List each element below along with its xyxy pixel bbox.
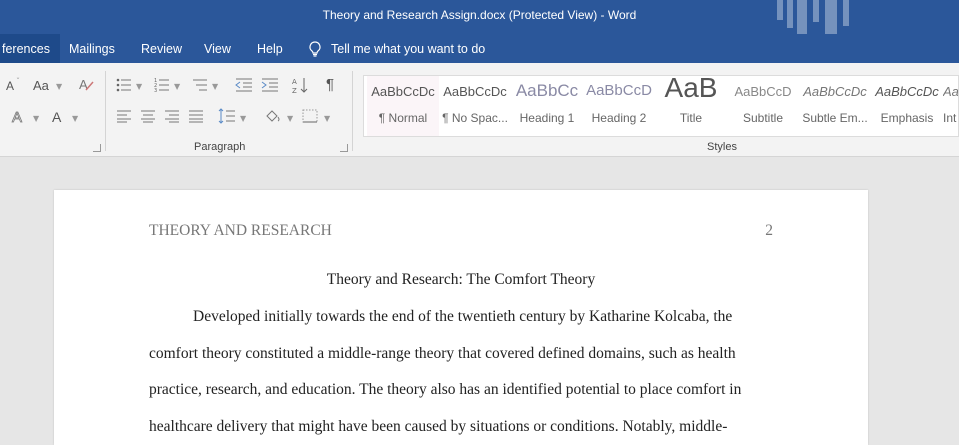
numbering-icon[interactable]: 1 2 3 xyxy=(154,77,170,93)
style-preview: AaB xyxy=(664,75,718,103)
document-page[interactable]: THEORY AND RESEARCH 2 Theory and Researc… xyxy=(54,190,868,445)
shading-icon[interactable] xyxy=(264,108,282,124)
ribbon-separator xyxy=(352,71,353,151)
style-subtitle[interactable]: AaBbCcD Subtitle xyxy=(727,76,799,136)
title-bar-decoration-icon xyxy=(777,0,849,34)
font-color-dropdown-icon: ▼ xyxy=(72,114,79,123)
paragraph-line: comfort theory constituted a middle-rang… xyxy=(149,345,736,362)
styles-gallery: AaBbCcDc ¶ Normal AaBbCcDc ¶ No Spac... … xyxy=(363,75,959,137)
style-name: Subtitle xyxy=(742,111,784,125)
text-effects-dropdown-icon: ▼ xyxy=(33,114,40,123)
style-subtle-emphasis[interactable]: AaBbCcDc Subtle Em... xyxy=(799,76,871,136)
style-name: ¶ Normal xyxy=(378,111,428,125)
style-heading-1[interactable]: AaBbCc Heading 1 xyxy=(511,76,583,136)
multilevel-list-icon[interactable] xyxy=(192,77,208,93)
svg-text:Z: Z xyxy=(292,87,297,94)
style-title[interactable]: AaB Title xyxy=(655,76,727,136)
numbering-dropdown-icon: ▼ xyxy=(174,82,181,91)
justify-icon[interactable] xyxy=(188,109,204,123)
style-preview: AaBbCcDc xyxy=(371,84,435,99)
running-header: THEORY AND RESEARCH xyxy=(149,222,332,239)
svg-text:3: 3 xyxy=(154,88,157,93)
bullets-dropdown-icon: ▼ xyxy=(136,82,143,91)
style-preview: AaBbCcD xyxy=(586,82,652,99)
align-center-icon[interactable] xyxy=(140,109,156,123)
style-preview: AaBbCcDc xyxy=(875,84,939,99)
style-name: Subtle Em... xyxy=(802,111,868,125)
decrease-indent-icon[interactable] xyxy=(235,77,253,93)
svg-text:A: A xyxy=(12,109,22,126)
paragraph-line: practice, research, and education. The t… xyxy=(149,381,742,398)
font-dialog-launcher-icon[interactable] xyxy=(93,144,101,152)
tab-references[interactable]: ferences xyxy=(0,34,60,63)
sort-icon[interactable]: A Z xyxy=(292,76,310,94)
styles-group-label: Styles xyxy=(707,141,737,153)
tab-mailings[interactable]: Mailings xyxy=(59,34,125,63)
borders-dropdown-icon: ▼ xyxy=(324,114,331,123)
style-normal[interactable]: AaBbCcDc ¶ Normal xyxy=(367,76,439,136)
document-title: Theory and Research: The Comfort Theory xyxy=(326,271,596,288)
style-intense-emphasis[interactable]: AaBbCcDc Int xyxy=(943,76,959,136)
increase-indent-icon[interactable] xyxy=(261,77,279,93)
style-preview: AaBbCcDc xyxy=(443,84,507,99)
tell-me-text: Tell me what you want to do xyxy=(331,41,486,56)
lightbulb-icon xyxy=(309,40,321,57)
text-effects-icon[interactable]: A xyxy=(10,108,30,126)
align-right-icon[interactable] xyxy=(164,109,180,123)
style-emphasis[interactable]: AaBbCcDc Emphasis xyxy=(871,76,943,136)
line-spacing-dropdown-icon: ▼ xyxy=(240,114,247,123)
style-name: Heading 2 xyxy=(591,111,647,125)
tell-me-search[interactable]: Tell me what you want to do xyxy=(308,34,485,63)
tab-review[interactable]: Review xyxy=(131,34,192,63)
change-case-dropdown-icon: ▼ xyxy=(56,82,63,91)
show-formatting-marks-icon[interactable]: ¶ xyxy=(326,76,334,93)
page-number: 2 xyxy=(765,222,773,239)
style-name: ¶ No Spac... xyxy=(442,111,508,125)
style-preview: AaBbCcD xyxy=(734,84,792,99)
paragraph-line: Developed initially towards the end of t… xyxy=(193,308,733,325)
paragraph-dialog-launcher-icon[interactable] xyxy=(340,144,348,152)
paragraph-line: healthcare delivery that might have been… xyxy=(149,418,728,435)
style-preview: AaBbCc xyxy=(515,81,579,100)
ribbon-separator xyxy=(105,71,106,151)
style-preview: AaBbCcDc xyxy=(943,84,959,99)
style-name: Int xyxy=(943,111,957,125)
shading-dropdown-icon: ▼ xyxy=(287,114,294,123)
paragraph-group-label: Paragraph xyxy=(194,141,246,153)
line-spacing-icon[interactable] xyxy=(218,108,236,124)
ribbon: A ˇ Aa ▼ A A ▼ A ▼ ▼ 1 2 3 ▼ ▼ A Z ¶ ▼ ▼… xyxy=(0,63,959,157)
font-color-icon[interactable]: A xyxy=(52,109,61,125)
tab-help[interactable]: Help xyxy=(247,34,293,63)
style-name: Heading 1 xyxy=(519,111,575,125)
change-case-icon[interactable]: Aa xyxy=(33,78,49,93)
style-name: Title xyxy=(679,111,703,125)
style-preview: AaBbCcDc xyxy=(803,84,867,99)
multilevel-dropdown-icon: ▼ xyxy=(212,82,219,91)
bullets-icon[interactable] xyxy=(116,77,132,93)
shrink-font-arrow-icon: ˇ xyxy=(16,77,20,86)
borders-icon[interactable] xyxy=(302,109,318,123)
style-no-spacing[interactable]: AaBbCcDc ¶ No Spac... xyxy=(439,76,511,136)
title-bar: Theory and Research Assign.docx (Protect… xyxy=(0,0,959,34)
style-name: Emphasis xyxy=(880,111,934,125)
ribbon-tabs: ferences Mailings Review View Help Tell … xyxy=(0,34,959,63)
style-heading-2[interactable]: AaBbCcD Heading 2 xyxy=(583,76,655,136)
clear-formatting-icon[interactable]: A xyxy=(78,76,94,92)
tab-view[interactable]: View xyxy=(194,34,241,63)
align-left-icon[interactable] xyxy=(116,109,132,123)
shrink-font-icon[interactable]: A xyxy=(6,79,14,93)
svg-text:A: A xyxy=(292,78,297,86)
